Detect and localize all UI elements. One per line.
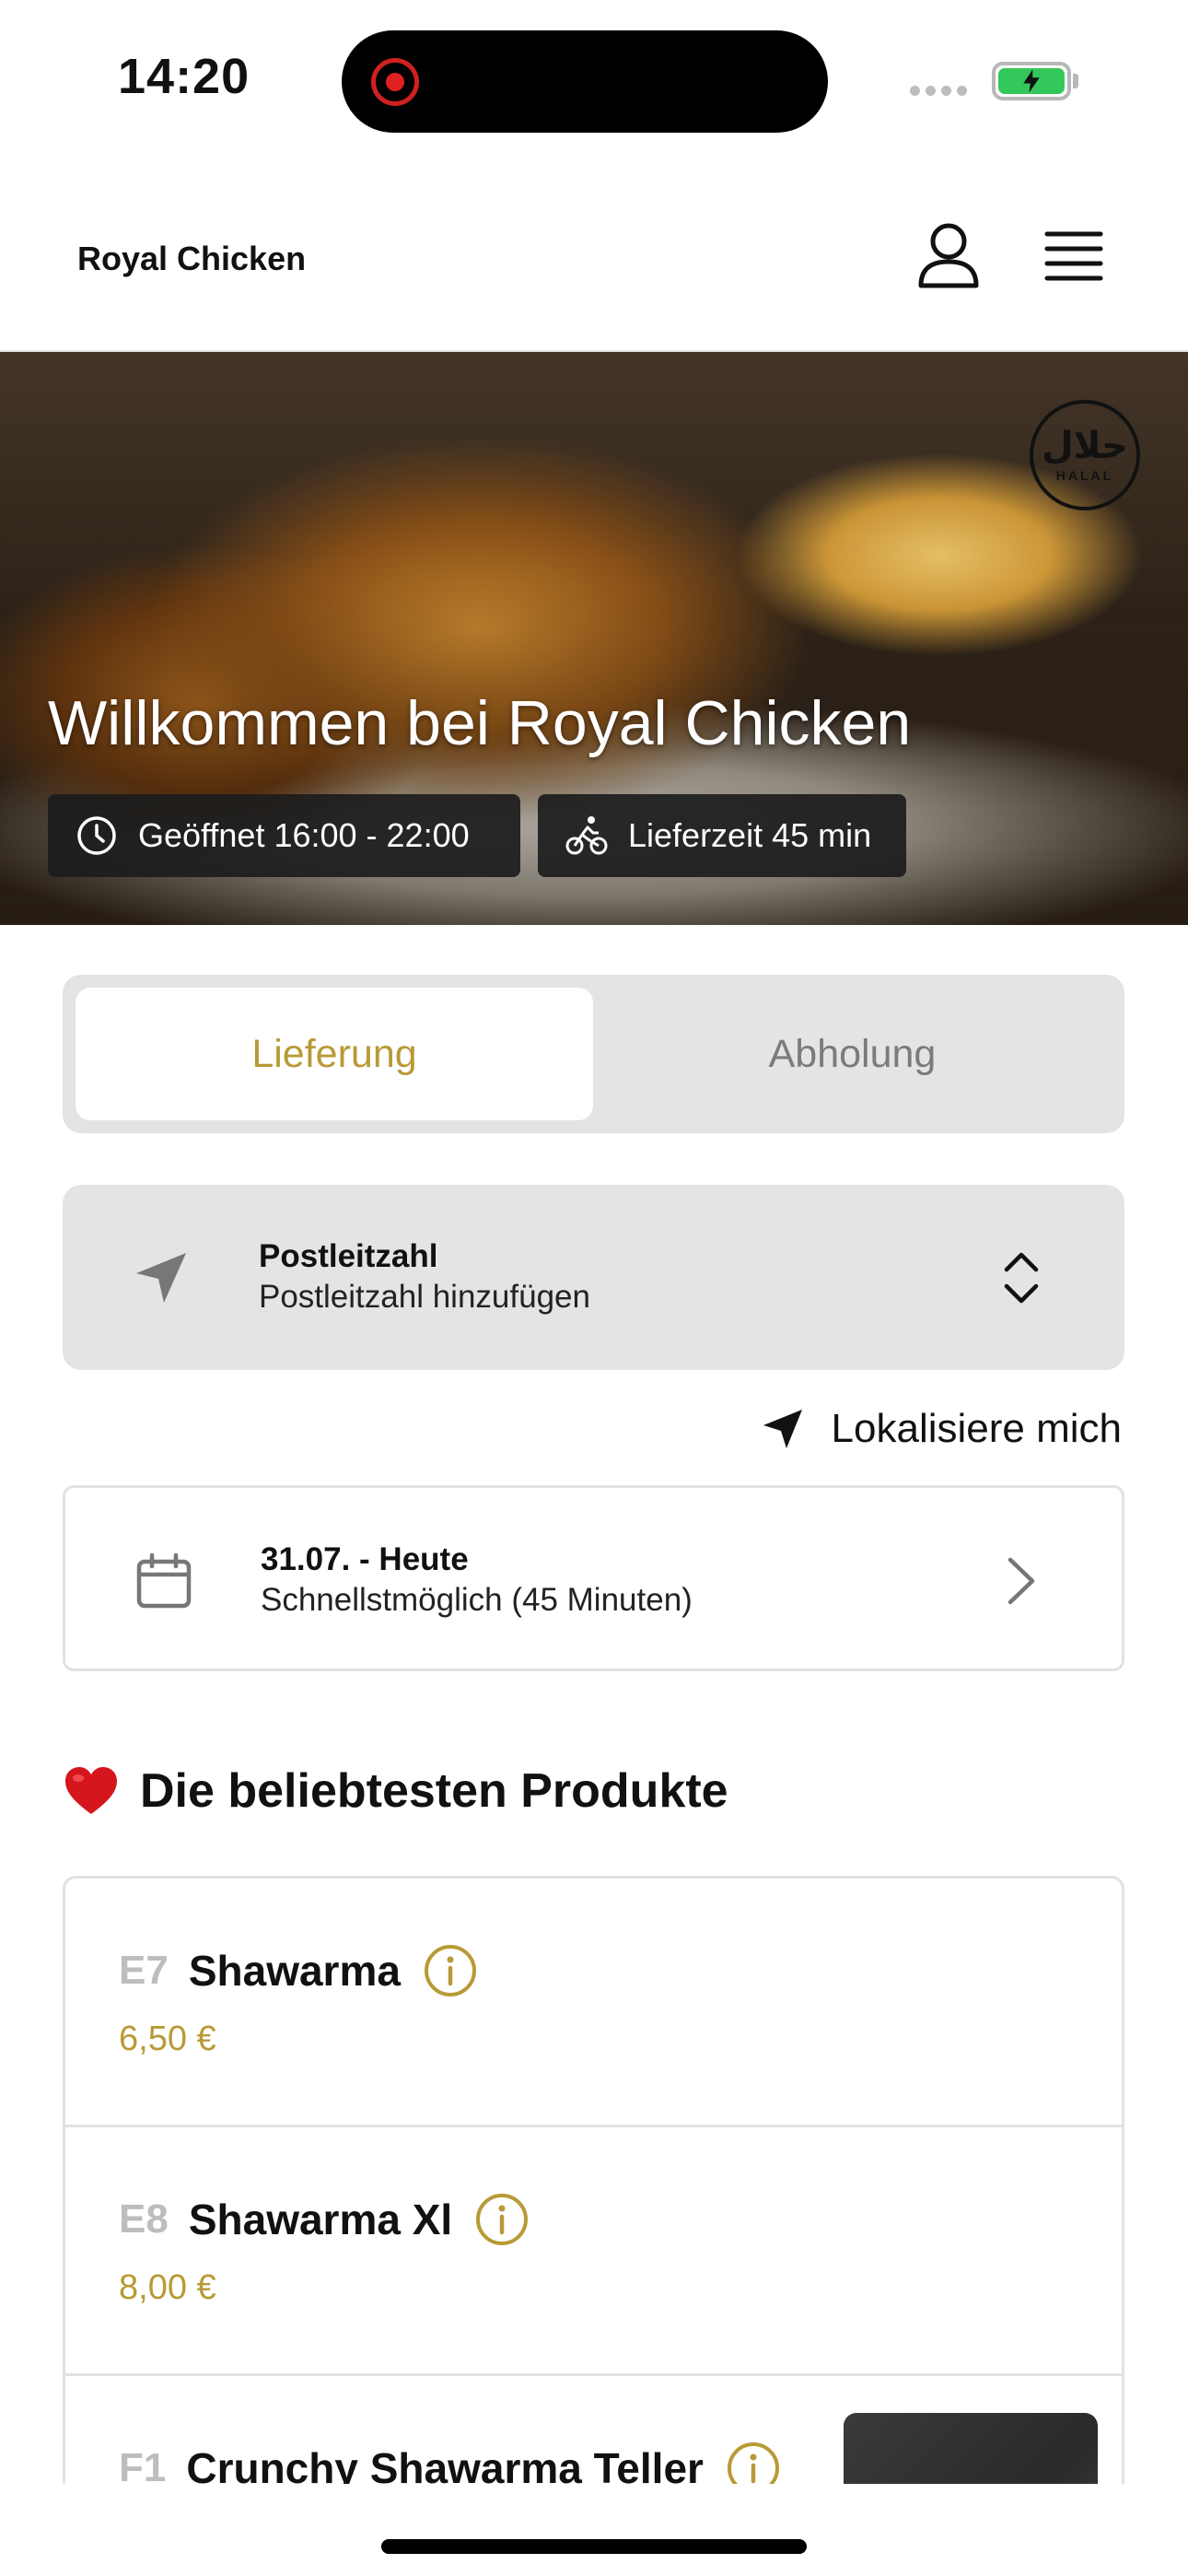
- locate-me-label: Lokalisiere mich: [831, 1406, 1122, 1451]
- halal-logo: حلال HALAL: [1030, 400, 1140, 510]
- home-indicator[interactable]: [381, 2539, 807, 2554]
- product-header: E8 Shawarma Xl: [119, 2192, 530, 2247]
- product-item[interactable]: E7 Shawarma 6,50 €: [65, 1879, 1122, 2127]
- opening-hours-badge: Geöffnet 16:00 - 22:00: [48, 794, 520, 877]
- dynamic-island: [342, 30, 828, 133]
- status-bar: 14:20: [0, 0, 1188, 157]
- app-header: Royal Chicken: [0, 175, 1188, 352]
- tab-delivery[interactable]: Lieferung: [76, 988, 593, 1120]
- calendar-icon: [136, 1552, 192, 1609]
- chevron-right-icon: [1007, 1557, 1035, 1605]
- chevron-up-down-icon: [1004, 1252, 1039, 1304]
- halal-logo-latin: HALAL: [1055, 468, 1114, 483]
- info-icon[interactable]: [423, 1943, 478, 1998]
- product-name: Shawarma: [188, 1947, 401, 1995]
- opening-hours-text: Geöffnet 16:00 - 22:00: [138, 816, 470, 854]
- postcode-label: Postleitzahl: [259, 1238, 438, 1274]
- popular-products-heading: Die beliebtesten Produkte: [63, 1763, 728, 1819]
- product-header: E7 Shawarma: [119, 1943, 478, 1998]
- product-code: E7: [119, 1948, 169, 1993]
- product-list: E7 Shawarma 6,50 € E8 Shawarma Xl 8,00 €…: [63, 1876, 1124, 2521]
- locate-me-button[interactable]: Lokalisiere mich: [762, 1400, 1122, 1458]
- hamburger-menu-icon[interactable]: [1044, 230, 1103, 284]
- hero-title: Willkommen bei Royal Chicken: [48, 688, 912, 758]
- popular-products-title: Die beliebtesten Produkte: [140, 1764, 728, 1818]
- postcode-selector[interactable]: Postleitzahl Postleitzahl hinzufügen: [63, 1185, 1124, 1370]
- order-mode-toggle: Lieferung Abholung: [63, 975, 1124, 1133]
- delivery-time-selector[interactable]: 31.07. - Heute Schnellstmöglich (45 Minu…: [63, 1485, 1124, 1671]
- brand-name[interactable]: Royal Chicken: [77, 240, 306, 278]
- product-name: Shawarma Xl: [188, 2195, 453, 2243]
- schedule-date: 31.07. - Heute: [261, 1541, 469, 1577]
- charging-bolt-icon: [1023, 69, 1040, 93]
- battery-tip: [1073, 74, 1078, 88]
- app-screen: 14:20 Royal Chicken حلال HALAL Willkomme…: [0, 0, 1188, 2576]
- product-price: 6,50 €: [119, 2020, 216, 2058]
- bottom-safe-area: [0, 2484, 1188, 2576]
- info-icon[interactable]: [474, 2192, 530, 2247]
- cellular-signal-icon: [910, 86, 967, 96]
- delivery-time-text: Lieferzeit 45 min: [628, 816, 872, 854]
- hero-banner: حلال HALAL Willkommen bei Royal Chicken …: [0, 352, 1188, 925]
- location-arrow-icon: [136, 1253, 186, 1303]
- schedule-time: Schnellstmöglich (45 Minuten): [261, 1582, 693, 1618]
- clock-icon: [77, 816, 116, 855]
- heart-icon: [65, 1767, 117, 1814]
- tab-pickup[interactable]: Abholung: [593, 988, 1112, 1120]
- delivery-time-badge: Lieferzeit 45 min: [538, 794, 906, 877]
- product-price: 8,00 €: [119, 2268, 216, 2307]
- halal-logo-arabic: حلال: [1042, 425, 1128, 467]
- recording-indicator-icon: [371, 58, 419, 106]
- postcode-placeholder: Postleitzahl hinzufügen: [259, 1279, 590, 1315]
- product-item[interactable]: E8 Shawarma Xl 8,00 €: [65, 2127, 1122, 2376]
- location-arrow-icon: [763, 1410, 802, 1448]
- account-icon[interactable]: [917, 221, 980, 289]
- battery-icon: [992, 62, 1071, 100]
- product-code: E8: [119, 2196, 169, 2242]
- cyclist-icon: [565, 816, 608, 855]
- status-time: 14:20: [118, 49, 250, 104]
